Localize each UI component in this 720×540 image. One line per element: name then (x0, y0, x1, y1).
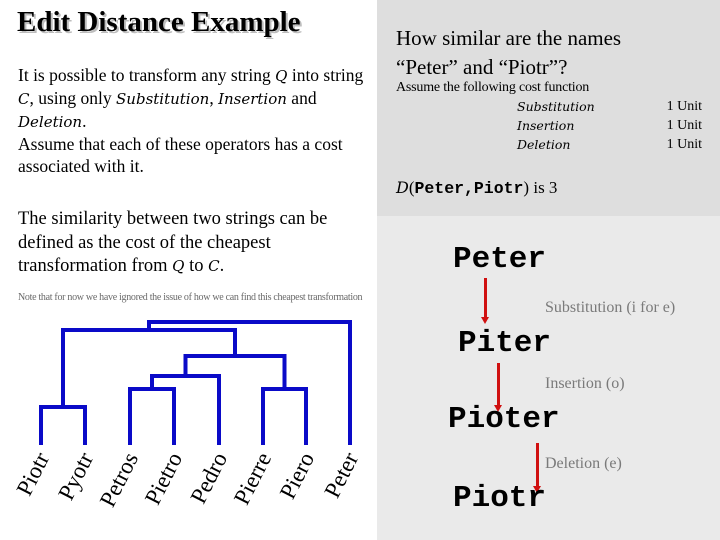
op-insertion: Insertion (218, 90, 287, 108)
cost-operation: Substitution (517, 99, 595, 114)
op-substitution: Substitution (116, 90, 210, 108)
cost-value: 1 Unit (666, 137, 702, 152)
cost-row-substitution: Substitution 1 Unit (517, 99, 702, 118)
question-line: How similar are the names (396, 26, 622, 50)
cost-operation: Insertion (517, 118, 575, 133)
dendrogram-leaves: Piotr PyotrPetrosPietroPedroPierrePiero Pe… (12, 448, 364, 511)
dendrogram-leaf-label: Peter (319, 448, 363, 502)
intro-text: , (209, 88, 219, 108)
arrow-down-icon (494, 363, 502, 412)
dendrogram-leaf-label: Pierre (229, 448, 276, 508)
distance-function: D (396, 178, 409, 197)
dendrogram: Piotr PyotrPetrosPietroPedroPierrePiero Pe… (12, 320, 364, 511)
dendrogram-leaf-label: Pyotr (53, 448, 98, 504)
similarity-definition: The similarity between two strings can b… (18, 208, 368, 279)
question-line: “Peter” and “Piotr”? (396, 55, 568, 79)
slide-title: Edit Distance Example (17, 6, 301, 38)
cost-operation: Deletion (517, 137, 571, 152)
question: How similar are the names “Peter” and “P… (396, 24, 716, 82)
dendrogram-branches (39, 320, 352, 445)
distance-value: is 3 (529, 178, 558, 197)
intro-text: into string (287, 65, 364, 85)
dendrogram-leaf-label: Piotr (12, 448, 55, 500)
var-c: C (18, 90, 30, 108)
similarity-text: to (184, 256, 209, 276)
operation-deletion: Deletion (e) (545, 455, 622, 472)
arrow-down-icon (481, 278, 489, 324)
var-q: Q (275, 67, 288, 85)
operation-substitution: Substitution (i for e) (545, 299, 676, 316)
word-peter: Peter (453, 242, 547, 277)
op-deletion: Deletion (18, 113, 83, 131)
assume-text: Assume that each of these operators has … (18, 134, 343, 176)
word-pioter: Pioter (448, 402, 560, 437)
cost-row-insertion: Insertion 1 Unit (517, 118, 702, 137)
distance-result: D(Peter,Piotr) is 3 (396, 178, 557, 198)
intro-text: . (82, 111, 87, 131)
operation-insertion: Insertion (o) (545, 375, 625, 392)
var-c: C (208, 257, 220, 275)
cost-value: 1 Unit (666, 118, 702, 133)
cost-row-deletion: Deletion 1 Unit (517, 137, 702, 156)
intro-text: It is possible to transform any string (18, 65, 276, 85)
var-q: Q (172, 257, 185, 275)
intro-paragraph: It is possible to transform any string Q… (18, 64, 378, 177)
intro-text: and (286, 88, 317, 108)
note-text: Note that for now we have ignored the is… (18, 292, 363, 303)
dendrogram-leaf-label: Petros (95, 448, 143, 511)
word-piotr: Piotr (453, 481, 547, 516)
distance-args: Peter,Piotr (414, 179, 524, 198)
word-piter: Piter (458, 326, 552, 361)
similarity-text: . (219, 256, 225, 276)
dendrogram-leaf-label: Pedro (186, 448, 233, 507)
dendrogram-leaf-label: Pietro (140, 448, 187, 508)
cost-function-intro: Assume the following cost function (396, 80, 590, 95)
dendrogram-leaf-label: Piero (275, 448, 319, 503)
cost-value: 1 Unit (666, 99, 702, 114)
intro-text: , using only (29, 88, 117, 108)
